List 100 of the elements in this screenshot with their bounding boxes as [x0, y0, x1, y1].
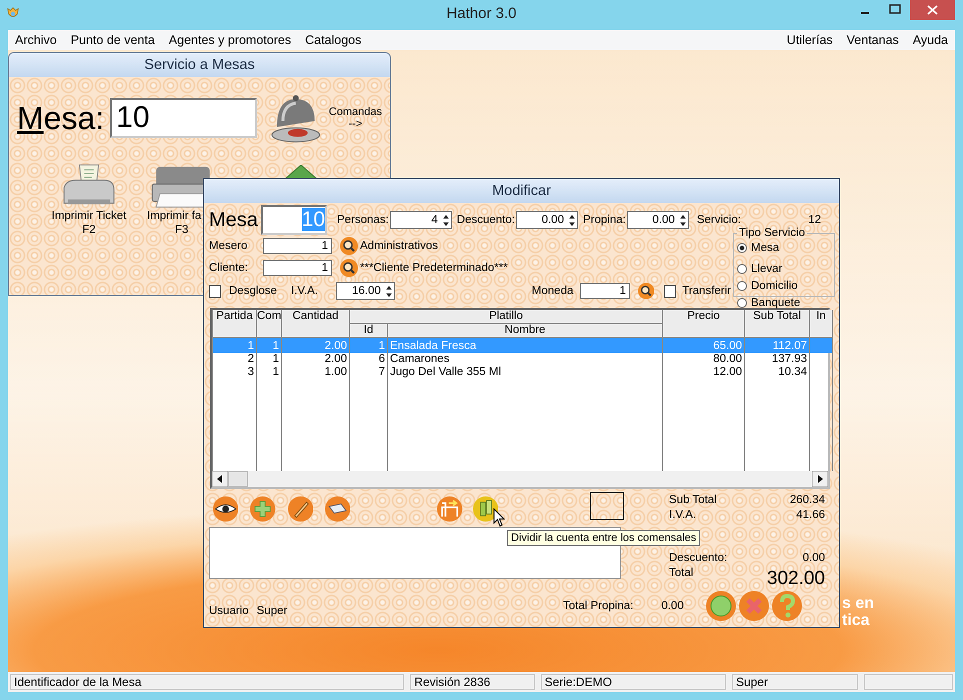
eye-button[interactable] [213, 494, 238, 524]
scroll-left-button[interactable] [212, 471, 228, 487]
menu-item[interactable]: Agentes y promotores [162, 33, 298, 47]
menu-item[interactable]: Ventanas [840, 33, 906, 47]
menu-item[interactable]: Archivo [8, 33, 64, 47]
table-cell: 1 [256, 338, 282, 353]
status-bar-cell: Identificador de la Mesa [10, 674, 404, 690]
table-cell: 112.07 [744, 338, 810, 353]
add-button[interactable] [250, 494, 276, 524]
column-header[interactable]: Sub Total [744, 310, 810, 338]
mesa-label: Mesa [209, 208, 259, 232]
radio-button[interactable] [737, 298, 747, 308]
total-label: Descuento: [669, 551, 728, 566]
spin-field[interactable]: 0.00 [626, 211, 689, 229]
radio-label[interactable]: Mesa [751, 242, 780, 254]
spin-field[interactable]: 16.00 [336, 282, 395, 300]
usuario-value: Super [256, 605, 288, 617]
mouse-pointer-icon [493, 508, 505, 527]
menu-item[interactable]: Ayuda [906, 33, 955, 47]
checkbox-label[interactable]: Transferir [682, 285, 732, 297]
radio-button[interactable] [737, 242, 747, 252]
total-label: I.V.A. [669, 508, 696, 523]
table-cell: Ensalada Fresca [388, 338, 663, 353]
accept-button[interactable] [706, 591, 736, 621]
checkbox[interactable] [209, 284, 221, 298]
comandas-link[interactable]: Comandas --> [328, 106, 382, 130]
total-label: Sub Total [669, 493, 717, 508]
cliente-name: ***Cliente Predeterminado*** [360, 262, 508, 274]
table-cell: 2.00 [282, 353, 350, 366]
window-title: Servicio a Mesas [9, 53, 390, 77]
table-cell: Jugo Del Valle 355 Ml [388, 366, 663, 379]
spin-field[interactable]: 4 [390, 211, 452, 229]
table-row[interactable]: 3 1 1.00 7 Jugo Del Valle 355 Ml 12.00 10.34 [212, 366, 833, 379]
radio-button[interactable] [737, 280, 747, 290]
table-cell: 1 [256, 353, 282, 366]
app-icon [6, 6, 20, 20]
close-button[interactable] [910, 0, 955, 20]
total-value: 41.66 [796, 508, 825, 523]
mesero-name: Administrativos [360, 240, 438, 252]
table-cell: 1 [350, 338, 388, 353]
table-cell: 80.00 [662, 353, 745, 366]
menu-item[interactable]: Punto de venta [64, 33, 162, 47]
eraser-button[interactable] [324, 494, 350, 524]
spin-arrows-icon[interactable] [566, 212, 577, 228]
spin-field[interactable]: 0.00 [516, 211, 578, 229]
mesa-input[interactable]: 10 [110, 98, 258, 138]
field-label: Personas: [337, 214, 389, 226]
menu-item[interactable]: Utilerías [780, 33, 840, 47]
field-label: Moneda [532, 285, 574, 297]
menu-item[interactable]: Catalogos [298, 33, 368, 47]
column-header[interactable]: In [810, 310, 833, 338]
column-header[interactable]: Partida [212, 310, 256, 338]
spin-arrows-icon[interactable] [440, 212, 451, 228]
spin-arrows-icon[interactable] [678, 212, 688, 228]
column-header[interactable]: Nombre [388, 324, 663, 338]
notes-field[interactable] [209, 527, 621, 579]
status-bar-cell: Super [732, 674, 858, 690]
print-action-label[interactable]: Imprimir Ticket [52, 209, 126, 223]
column-header[interactable]: Com [256, 310, 282, 338]
horizontal-scrollbar[interactable] [212, 471, 828, 487]
total-propina-value: 0.00 [661, 600, 684, 612]
total-propina-label: Total Propina: [563, 600, 634, 612]
table-cell: 2 [212, 353, 256, 366]
shortcut-key-label: F2 [82, 223, 96, 237]
background-logo-text: s en tica [842, 595, 874, 629]
table-cell: 2.00 [282, 338, 350, 353]
table-cell: 6 [350, 353, 388, 366]
search-button[interactable] [340, 237, 358, 255]
spin-arrows-icon[interactable] [384, 284, 394, 298]
radio-label[interactable]: Domicilio [751, 280, 798, 292]
total-value: 0.00 [802, 551, 825, 566]
field-label: Propina: [582, 214, 626, 226]
split-bill-button[interactable] [472, 494, 498, 524]
radio-label[interactable]: Llevar [751, 262, 782, 274]
moneda-input[interactable]: 1 [580, 283, 630, 299]
column-group-header: Platillo [350, 310, 663, 324]
total-value: 260.34 [790, 493, 825, 508]
column-header[interactable]: Id [350, 324, 388, 338]
print-action-label[interactable]: Imprimir fa [147, 209, 202, 223]
pencil-button[interactable] [288, 494, 313, 524]
desk-arrow-button[interactable] [437, 494, 463, 524]
radio-label[interactable]: Banquete [751, 296, 800, 308]
column-header[interactable]: Precio [662, 310, 745, 338]
radio-button[interactable] [737, 264, 747, 274]
table-row[interactable]: 2 1 2.00 6 Camarones 80.00 137.93 [212, 353, 833, 366]
column-header[interactable]: Cantidad [282, 310, 350, 338]
table-cell: 1.00 [282, 366, 350, 379]
scroll-thumb[interactable] [228, 471, 248, 487]
table-cell: 7 [350, 366, 388, 379]
checkbox[interactable] [664, 284, 676, 298]
cancel-button[interactable] [738, 591, 769, 621]
checkbox-label[interactable]: Desglose [229, 285, 277, 297]
cliente-input[interactable]: 1 [263, 260, 332, 276]
mesero-input[interactable]: 1 [263, 238, 332, 254]
group-title: Tipo Servicio [738, 227, 806, 239]
search-button[interactable] [638, 282, 654, 300]
scroll-right-button[interactable] [812, 471, 828, 487]
search-button[interactable] [340, 259, 358, 277]
field-label: Servicio: [696, 214, 741, 226]
table-cell: 12.00 [662, 366, 745, 379]
